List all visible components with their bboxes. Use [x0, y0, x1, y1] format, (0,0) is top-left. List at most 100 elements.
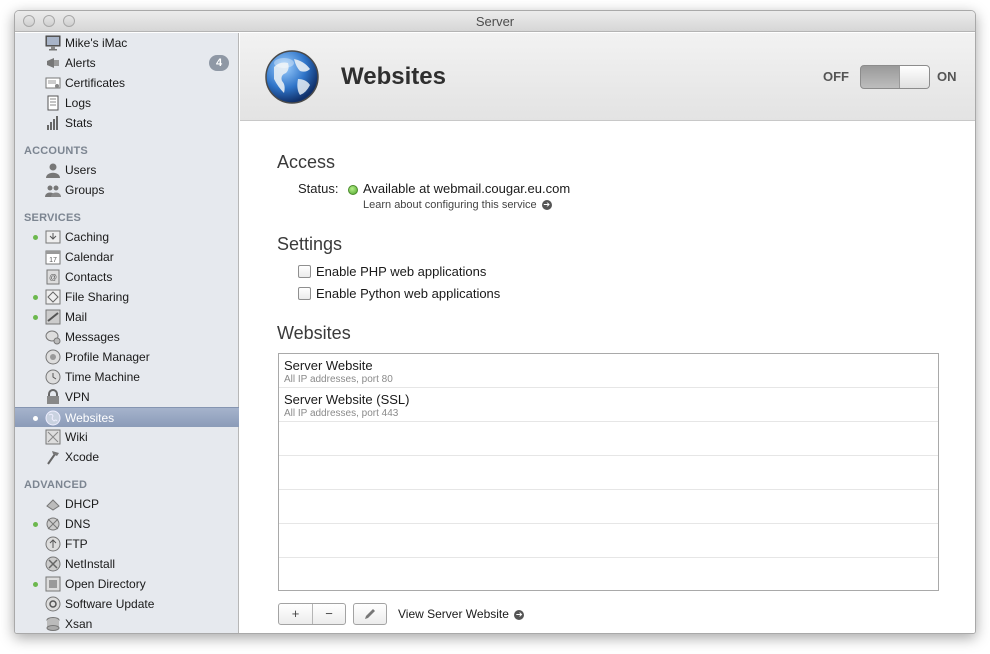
empty-row: [279, 558, 938, 592]
sidebar-item-users[interactable]: Users: [15, 160, 239, 180]
sidebar-item-certificates[interactable]: Certificates: [15, 73, 239, 93]
status-label: Status:: [298, 181, 339, 196]
sidebar-item-caching[interactable]: Caching: [15, 227, 239, 247]
sidebar-item-label: Messages: [65, 330, 120, 344]
service-header: Websites OFF ON: [240, 33, 975, 121]
sidebar-item-time-machine[interactable]: Time Machine: [15, 367, 239, 387]
view-server-website-label: View Server Website: [398, 607, 509, 621]
sidebar-item-profile-manager[interactable]: Profile Manager: [15, 347, 239, 367]
sidebar-item-dns[interactable]: DNS: [15, 514, 239, 534]
sidebar-item-label: Wiki: [65, 430, 88, 444]
sidebar-item-ftp[interactable]: FTP: [15, 534, 239, 554]
php-checkbox-label[interactable]: Enable PHP web applications: [316, 264, 486, 279]
edit-website-button[interactable]: [353, 603, 387, 625]
sidebar-item-label: FTP: [65, 537, 88, 551]
add-website-button[interactable]: +: [279, 604, 313, 624]
learn-link[interactable]: Learn about configuring this service ➔: [363, 199, 552, 211]
sidebar-item-label: Profile Manager: [65, 350, 150, 364]
status-indicator: [348, 185, 358, 195]
sidebar-item-websites[interactable]: Websites: [15, 407, 239, 427]
stats-icon: [47, 116, 58, 130]
add-remove-control: + −: [278, 603, 346, 625]
view-server-website-link[interactable]: View Server Website ➔: [398, 607, 525, 621]
arrow-right-circle-icon: ➔: [514, 609, 525, 620]
user-icon: [46, 163, 60, 178]
python-checkbox[interactable]: [298, 287, 311, 300]
svg-text:@: @: [49, 273, 57, 282]
learn-link-label: Learn about configuring this service: [363, 199, 537, 211]
time-machine-icon: [45, 369, 61, 385]
settings-title: Settings: [277, 234, 343, 254]
sidebar-item-label: Xsan: [65, 617, 93, 631]
server-window: Server Mike's iMac Alerts 4 Certificates…: [14, 10, 976, 634]
sidebar-item-open-directory[interactable]: Open Directory: [15, 574, 239, 594]
sidebar-item-label: Certificates: [65, 76, 126, 90]
website-address: All IP addresses, port 443: [284, 408, 399, 419]
python-checkbox-label[interactable]: Enable Python web applications: [316, 286, 500, 301]
xsan-icon: [46, 617, 60, 631]
sidebar-item-mikes-imac[interactable]: Mike's iMac: [15, 33, 239, 53]
software-update-icon: [45, 596, 61, 612]
sidebar-item-label: NetInstall: [65, 557, 116, 571]
titlebar: Server: [15, 11, 975, 32]
file-sharing-icon: [45, 289, 61, 305]
service-toggle[interactable]: [860, 65, 930, 89]
netinstall-icon: [45, 556, 61, 572]
sidebar-item-stats[interactable]: Stats: [15, 113, 239, 133]
sidebar-item-xcode[interactable]: Xcode: [15, 447, 239, 467]
messages-icon: [45, 330, 61, 345]
sidebar-item-label: DNS: [65, 517, 91, 531]
services-header: SERVICES: [24, 212, 82, 224]
toggle-knob[interactable]: [899, 66, 929, 88]
globe-icon: [45, 410, 61, 426]
sidebar-item-alerts[interactable]: Alerts 4: [15, 53, 239, 73]
sidebar-item-groups[interactable]: Groups: [15, 180, 239, 200]
running-indicator: [33, 235, 38, 240]
sidebar-item-contacts[interactable]: @ Contacts: [15, 267, 239, 287]
sidebar-item-calendar[interactable]: 17 Calendar: [15, 247, 239, 267]
group-icon: [45, 185, 61, 197]
contacts-icon: @: [46, 269, 60, 285]
running-indicator: [33, 416, 38, 421]
sidebar-item-software-update[interactable]: Software Update: [15, 594, 239, 614]
svg-text:17: 17: [49, 257, 57, 264]
sidebar-item-dhcp[interactable]: DHCP: [15, 494, 239, 514]
caching-icon: [45, 230, 61, 244]
globe-icon: [265, 50, 319, 104]
running-indicator: [33, 582, 38, 587]
sidebar-item-netinstall[interactable]: NetInstall: [15, 554, 239, 574]
sidebar-item-mail[interactable]: Mail: [15, 307, 239, 327]
table-row[interactable]: Server Website All IP addresses, port 80: [279, 354, 938, 388]
websites-table[interactable]: Server Website All IP addresses, port 80…: [278, 353, 939, 591]
sidebar-item-xsan[interactable]: Xsan: [15, 614, 239, 633]
empty-row: [279, 456, 938, 490]
open-directory-icon: [45, 576, 61, 592]
sidebar-item-wiki[interactable]: Wiki: [15, 427, 239, 447]
sidebar-item-logs[interactable]: Logs: [15, 93, 239, 113]
lock-icon: [47, 389, 59, 404]
ftp-icon: [45, 536, 61, 552]
remove-website-button[interactable]: −: [313, 604, 345, 624]
toggle-off-label: OFF: [823, 69, 849, 84]
sidebar-item-label: Software Update: [65, 597, 155, 611]
table-row[interactable]: Server Website (SSL) All IP addresses, p…: [279, 388, 938, 422]
sidebar-item-label: Open Directory: [65, 577, 146, 591]
sidebar-item-label: Websites: [65, 411, 115, 425]
sidebar-item-messages[interactable]: Messages: [15, 327, 239, 347]
imac-icon: [45, 35, 61, 51]
mail-icon: [45, 309, 61, 325]
alerts-count-badge: 4: [209, 55, 229, 71]
sidebar-item-label: Xcode: [65, 450, 100, 464]
profile-manager-icon: [45, 349, 61, 365]
php-checkbox[interactable]: [298, 265, 311, 278]
running-indicator: [33, 522, 38, 527]
running-indicator: [33, 315, 38, 320]
websites-title: Websites: [277, 323, 351, 343]
running-indicator: [33, 295, 38, 300]
empty-row: [279, 422, 938, 456]
sidebar: Mike's iMac Alerts 4 Certificates Logs S…: [15, 33, 239, 633]
sidebar-item-vpn[interactable]: VPN: [15, 387, 239, 407]
sidebar-item-label: Caching: [65, 230, 110, 244]
sidebar-item-label: Time Machine: [65, 370, 140, 384]
sidebar-item-file-sharing[interactable]: File Sharing: [15, 287, 239, 307]
